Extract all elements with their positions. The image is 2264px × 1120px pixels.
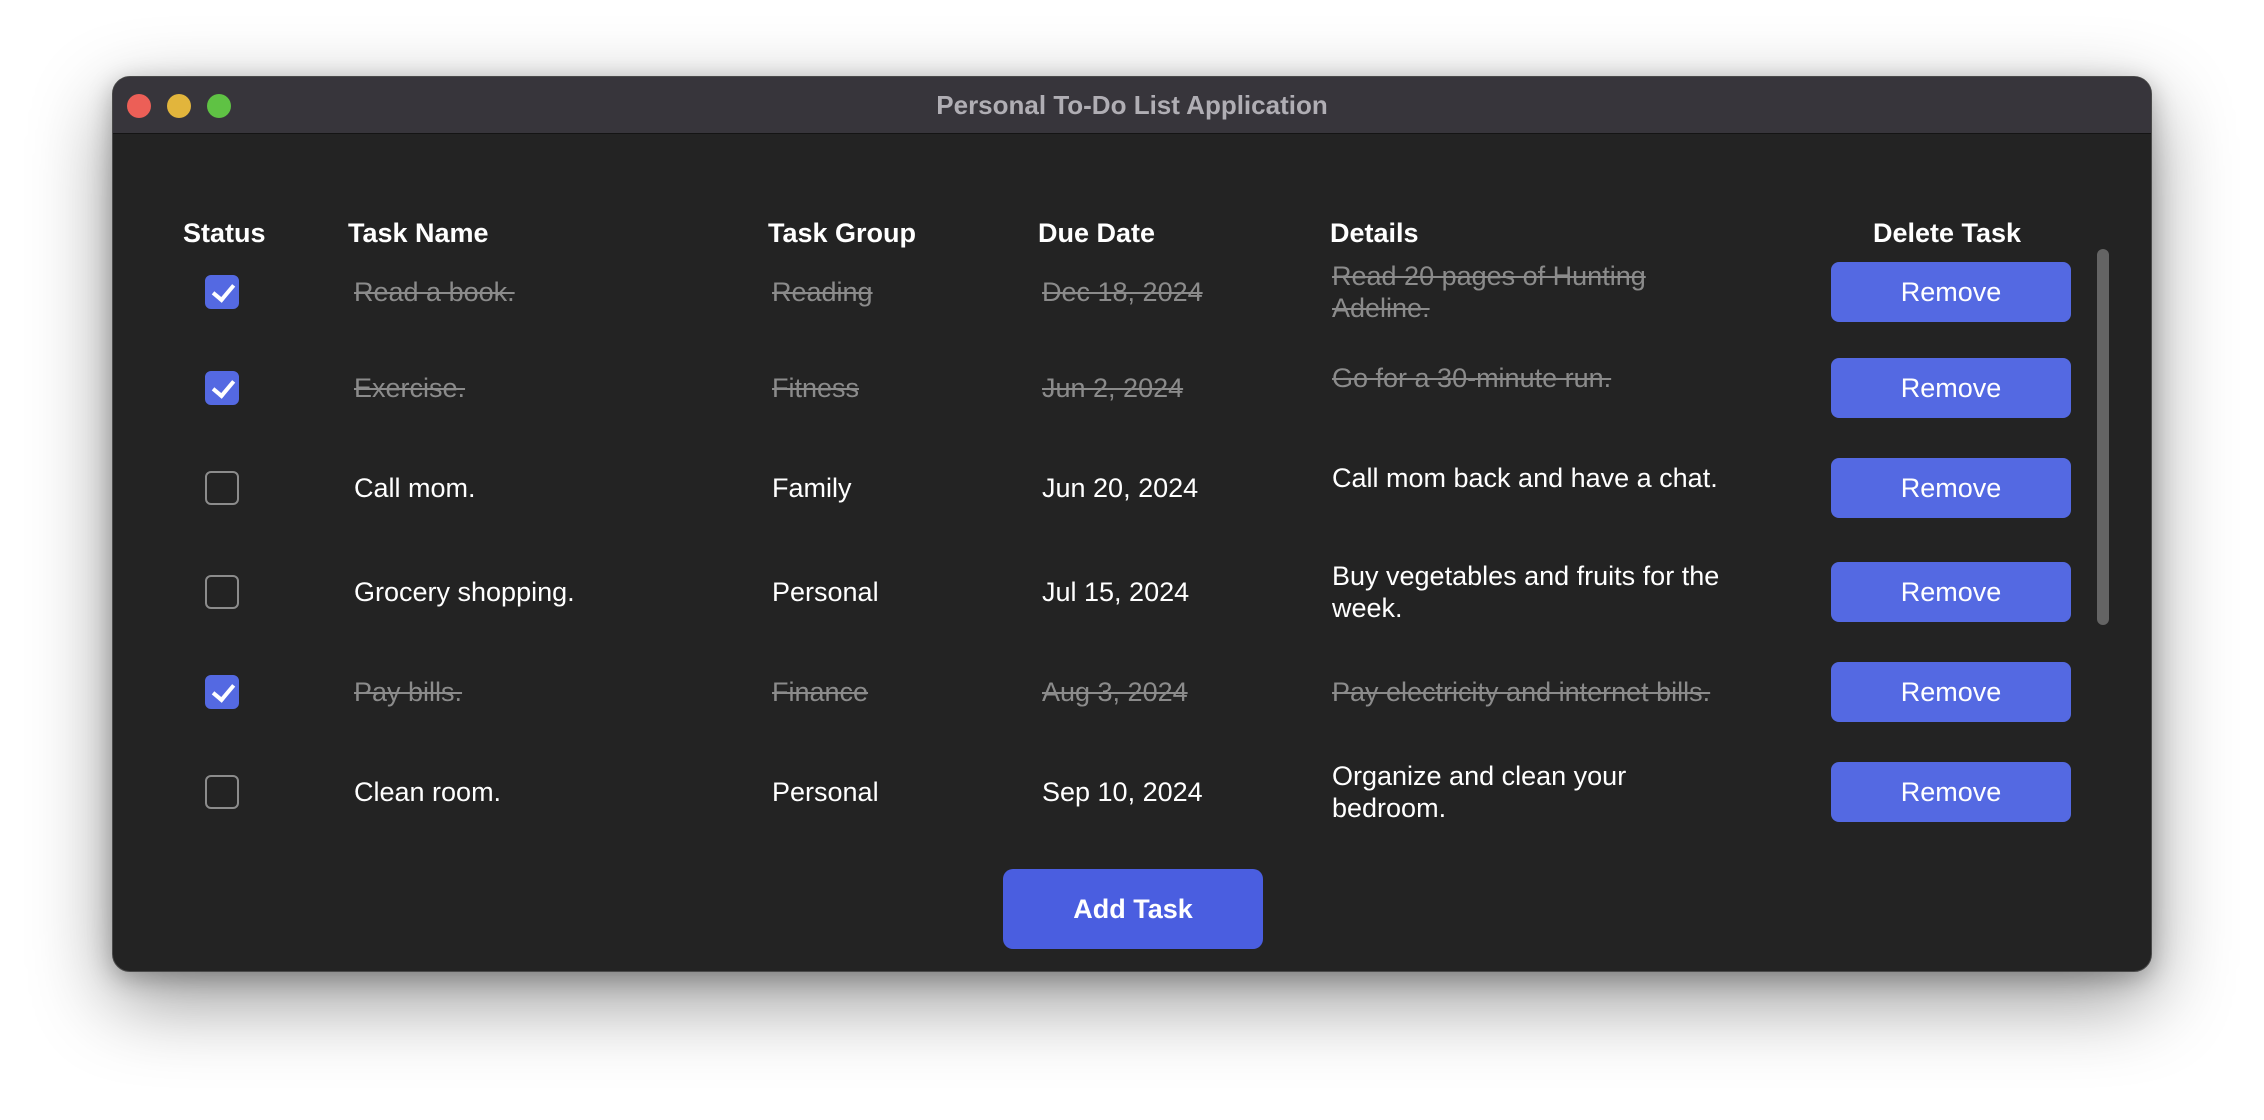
task-row: Clean room. Personal Sep 10, 2024 Organi… [113, 747, 2151, 837]
scrollbar-thumb[interactable] [2097, 249, 2109, 625]
task-name: Read a book. [354, 277, 515, 307]
task-name: Exercise. [354, 373, 466, 403]
remove-task-button[interactable]: Remove [1831, 458, 2071, 518]
task-row: Pay bills. Finance Aug 3, 2024 Pay elect… [113, 647, 2151, 737]
title-bar[interactable]: Personal To-Do List Application [113, 77, 2151, 134]
window-title: Personal To-Do List Application [936, 90, 1328, 120]
task-status-checkbox[interactable] [205, 471, 239, 505]
task-status-checkbox[interactable] [205, 371, 239, 405]
task-status-checkbox[interactable] [205, 675, 239, 709]
add-task-button[interactable]: Add Task [1003, 869, 1263, 949]
task-group: Fitness [772, 373, 860, 403]
task-details: Buy vegetables and fruits for the week. [1332, 561, 1720, 623]
task-group: Family [772, 473, 852, 503]
task-name: Clean room. [354, 777, 502, 807]
task-name: Pay bills. [354, 677, 463, 707]
task-row: Exercise. Fitness Jun 2, 2024 Go for a 3… [113, 343, 2151, 433]
task-details: Call mom back and have a chat. [1332, 463, 1718, 493]
task-row: Call mom. Family Jun 20, 2024 Call mom b… [113, 443, 2151, 533]
task-status-checkbox[interactable] [205, 275, 239, 309]
task-due-date: Dec 18, 2024 [1042, 277, 1203, 307]
task-status-checkbox[interactable] [205, 775, 239, 809]
task-due-date: Jun 20, 2024 [1042, 473, 1199, 503]
remove-task-button[interactable]: Remove [1831, 562, 2071, 622]
task-name: Call mom. [354, 473, 476, 503]
task-group: Personal [772, 777, 879, 807]
task-details: Read 20 pages of Hunting Adeline. [1332, 261, 1646, 323]
remove-task-button[interactable]: Remove [1831, 358, 2071, 418]
vertical-scrollbar[interactable] [2097, 249, 2109, 625]
task-due-date: Sep 10, 2024 [1042, 777, 1203, 807]
task-due-date: Aug 3, 2024 [1042, 677, 1188, 707]
remove-task-button[interactable]: Remove [1831, 762, 2071, 822]
task-group: Personal [772, 577, 879, 607]
app-window: Personal To-Do List Application Status T… [112, 76, 2152, 972]
task-row: Grocery shopping. Personal Jul 15, 2024 … [113, 547, 2151, 637]
task-row: Read a book. Reading Dec 18, 2024 Read 2… [113, 247, 2151, 337]
task-details: Pay electricity and internet bills. [1332, 677, 1711, 707]
task-details: Go for a 30-minute run. [1332, 363, 1612, 393]
task-name: Grocery shopping. [354, 577, 575, 607]
task-status-checkbox[interactable] [205, 575, 239, 609]
task-details: Organize and clean your bedroom. [1332, 761, 1627, 823]
task-due-date: Jul 15, 2024 [1042, 577, 1190, 607]
remove-task-button[interactable]: Remove [1831, 262, 2071, 322]
task-due-date: Jun 2, 2024 [1042, 373, 1184, 403]
checkmark-icon [211, 678, 236, 703]
task-group: Reading [772, 277, 873, 307]
task-group: Finance [772, 677, 869, 707]
checkmark-icon [211, 374, 236, 399]
remove-task-button[interactable]: Remove [1831, 662, 2071, 722]
checkmark-icon [211, 278, 236, 303]
